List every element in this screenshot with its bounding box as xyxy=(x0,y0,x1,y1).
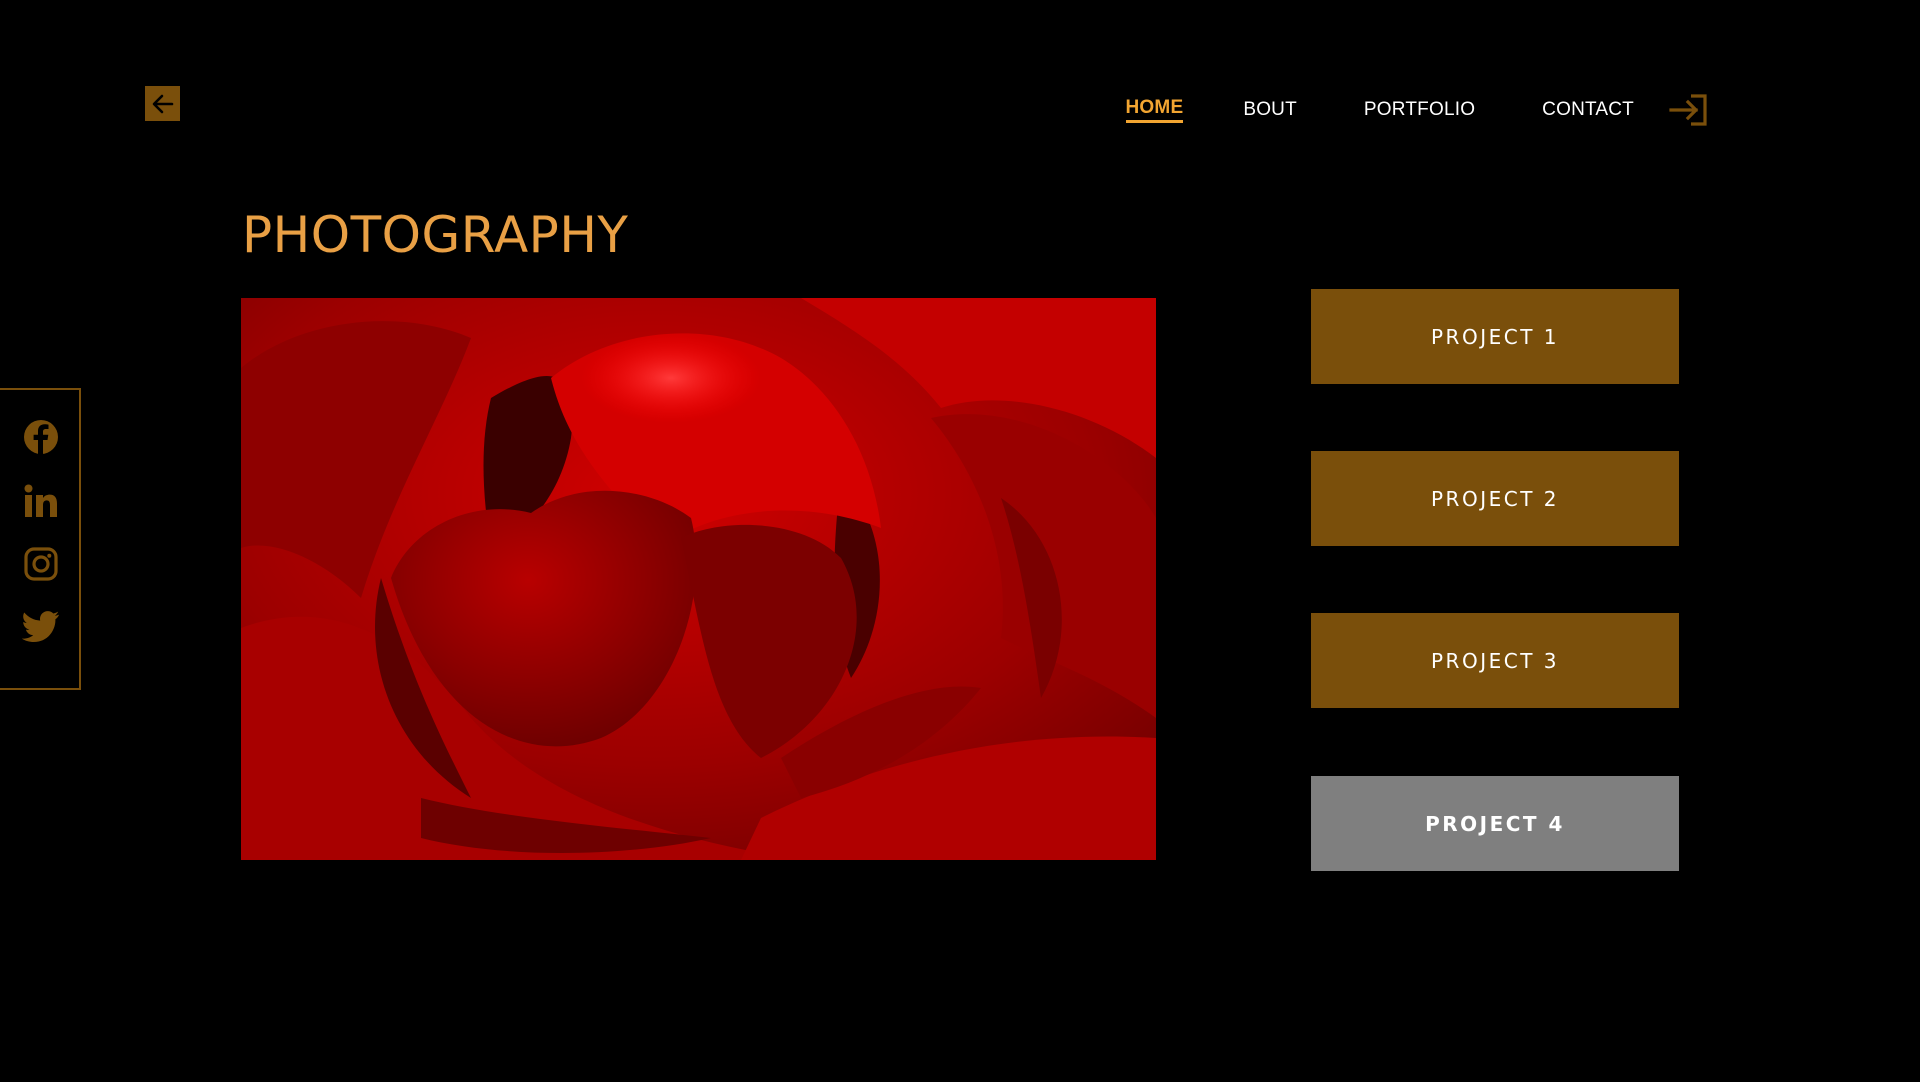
nav-about-link[interactable]: BOUT xyxy=(1243,99,1297,121)
nav-contact-link[interactable]: CONTACT xyxy=(1542,99,1634,121)
facebook-icon[interactable] xyxy=(22,418,60,456)
linkedin-icon[interactable] xyxy=(22,482,60,520)
nav-portfolio-link[interactable]: PORTFOLIO xyxy=(1364,99,1475,121)
project-4-button[interactable]: PROJECT 4 xyxy=(1311,776,1679,871)
rose-image xyxy=(241,298,1156,860)
back-button[interactable] xyxy=(145,86,180,121)
project-1-button[interactable]: PROJECT 1 xyxy=(1311,289,1679,384)
nav-home-link[interactable]: HOME xyxy=(1125,97,1184,123)
featured-photo xyxy=(241,298,1156,860)
social-links xyxy=(0,388,81,690)
project-3-button[interactable]: PROJECT 3 xyxy=(1311,613,1679,708)
twitter-icon[interactable] xyxy=(22,608,60,646)
arrow-left-icon xyxy=(152,94,173,113)
project-list: PROJECT 1 PROJECT 2 PROJECT 3 PROJECT 4 xyxy=(1311,289,1679,938)
portfolio-page: HOME BOUT PORTFOLIO CONTACT PHOTOGRAPHY xyxy=(0,0,1920,1082)
instagram-icon[interactable] xyxy=(22,545,60,583)
sign-in-icon[interactable] xyxy=(1669,93,1709,127)
project-2-button[interactable]: PROJECT 2 xyxy=(1311,451,1679,546)
main-nav: HOME BOUT PORTFOLIO CONTACT xyxy=(1125,93,1709,127)
page-title: PHOTOGRAPHY xyxy=(242,206,629,264)
